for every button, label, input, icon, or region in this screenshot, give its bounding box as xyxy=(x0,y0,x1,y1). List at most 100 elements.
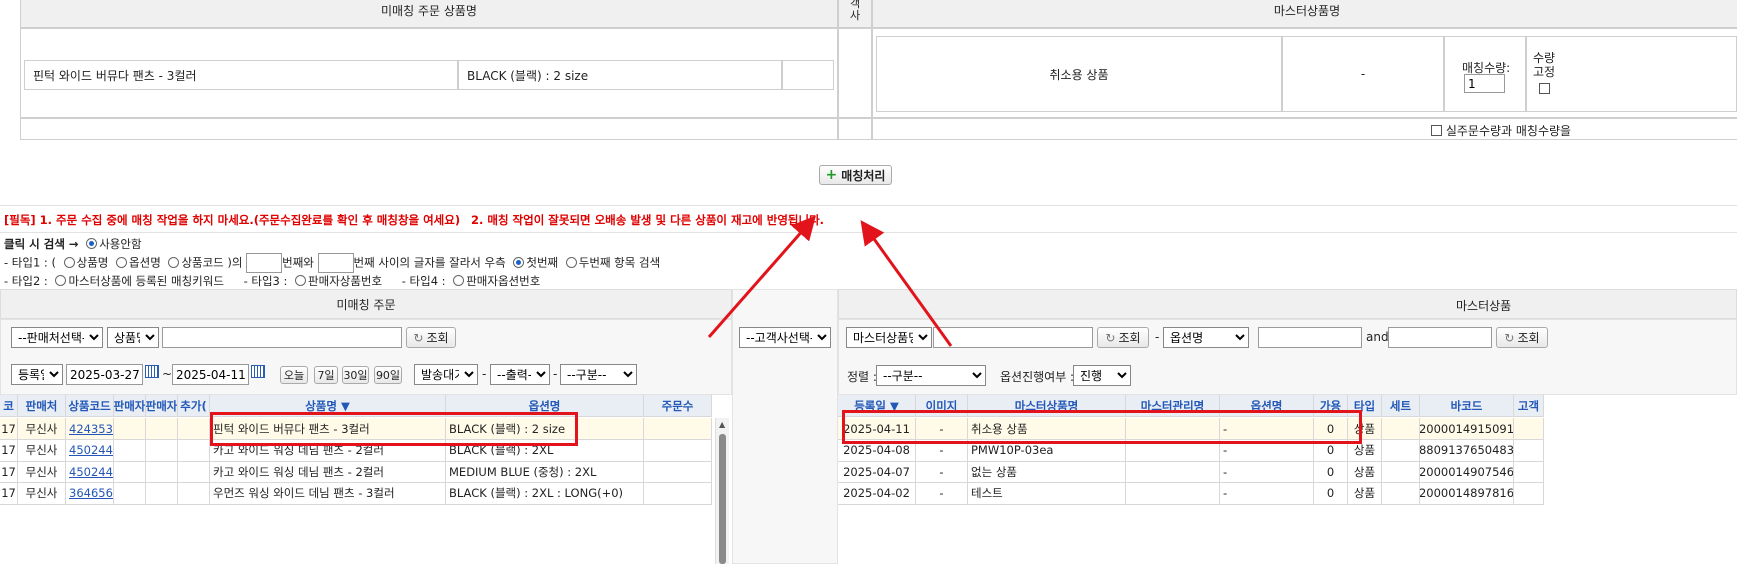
match-process-button[interactable]: + 매칭처리 xyxy=(819,165,892,185)
column-header[interactable]: 이미지 xyxy=(916,395,968,417)
refresh-icon: ↻ xyxy=(1504,330,1515,345)
quick-90-button[interactable]: 90일 xyxy=(374,366,402,384)
table-cell xyxy=(114,482,146,505)
date-from-input[interactable] xyxy=(66,364,143,385)
cell-text: 4243536( xyxy=(69,421,113,436)
column-header[interactable]: 타입 xyxy=(1348,395,1382,417)
table-cell: 상품 xyxy=(1348,482,1382,505)
cell-text: PMW10P-03ea xyxy=(971,443,1054,457)
column-header[interactable]: 마스터상품명 xyxy=(968,395,1126,417)
column-header[interactable]: 옵션명 xyxy=(446,395,644,417)
radio-type1-option[interactable] xyxy=(116,256,128,268)
column-header[interactable]: 바코드 xyxy=(1420,395,1514,417)
column-header[interactable]: 가용 xyxy=(1314,395,1348,417)
table-cell[interactable]: 4502443( xyxy=(66,439,114,462)
right-search-button[interactable]: ↻ 조회 xyxy=(1097,327,1149,348)
column-header[interactable]: 세트 xyxy=(1382,395,1420,417)
sort-select[interactable]: --구분-- xyxy=(876,365,986,386)
quick-30-button[interactable]: 30일 xyxy=(342,366,369,384)
column-header[interactable]: 고객 xyxy=(1514,395,1544,417)
column-header[interactable]: 주문수 xyxy=(644,395,712,417)
qty-fix-checkbox[interactable] xyxy=(1539,83,1550,94)
print-select[interactable]: --출력-- xyxy=(490,364,550,385)
column-header[interactable]: 등록일 ▼ xyxy=(838,395,916,417)
table-cell: - xyxy=(1220,418,1314,440)
radio-type2-keyword[interactable] xyxy=(55,275,67,286)
table-cell[interactable]: 4502443( xyxy=(66,461,114,483)
scroll-thumb[interactable] xyxy=(719,434,726,564)
radio-type1-first[interactable] xyxy=(513,256,525,268)
match-qty-input[interactable] xyxy=(1464,74,1505,93)
cell-text: 2000014907546 xyxy=(1420,464,1514,479)
dash-1: - xyxy=(482,367,487,381)
left-search-input[interactable] xyxy=(162,327,402,348)
type1-end-input[interactable] xyxy=(317,253,354,273)
column-header[interactable]: 상품코드 xyxy=(66,395,114,417)
radio-type1-code[interactable] xyxy=(168,256,180,268)
radio-type1-product[interactable] xyxy=(63,256,75,268)
quick-today-button[interactable]: 오늘 xyxy=(280,366,308,384)
column-header[interactable]: 상품명 ▼ xyxy=(210,395,446,417)
table-cell[interactable]: 3646569( xyxy=(66,482,114,505)
option-search-input-2[interactable] xyxy=(1388,327,1492,348)
table-cell xyxy=(1514,461,1544,483)
cell-text: 17 xyxy=(1,464,16,479)
table-cell: 없는 상품 xyxy=(968,461,1126,483)
date-to-input[interactable] xyxy=(172,364,249,385)
left-scrollbar[interactable]: ▲ xyxy=(715,418,729,564)
actual-qty-option[interactable]: 실주문수량과 매칭수량을 xyxy=(1431,122,1571,139)
cell-text: 테스트 xyxy=(971,486,1003,500)
cell-text: 핀턱 와이드 버뮤다 팬츠 - 3컬러 xyxy=(213,421,370,436)
top-match-qty-cell: 매칭수량: xyxy=(1444,36,1526,112)
master-product-table: 등록일 ▼ 이미지 마스터상품명 마스터관리명 옵션명 가용 타입 세트 바코드 고객 2025-0… xyxy=(838,395,1737,564)
table-row-cell: 17 xyxy=(0,461,18,483)
right-panel-title: 마스터상품 xyxy=(1456,299,1512,313)
actual-qty-checkbox[interactable] xyxy=(1431,125,1442,136)
type1-row: - 타입1 : ( 상품명 옵션명 상품코드 )의 번째와 번째 사이의 글자를… xyxy=(4,253,660,273)
right-search-input[interactable] xyxy=(933,327,1093,348)
top-header-customer: 객 사 xyxy=(838,0,872,28)
calendar-to-icon[interactable] xyxy=(251,365,265,378)
calendar-from-icon[interactable] xyxy=(145,365,159,378)
column-header[interactable]: 판매자 xyxy=(146,395,178,417)
option-progress-select[interactable]: 진행 xyxy=(1073,365,1131,386)
type1-start-input[interactable] xyxy=(246,253,283,273)
table-cell: - xyxy=(1220,461,1314,483)
radio-type1-second[interactable] xyxy=(565,256,577,268)
column-header[interactable]: 코 xyxy=(0,395,18,417)
category-select[interactable]: --구분-- xyxy=(560,364,637,385)
radio-type4-seller-option[interactable] xyxy=(453,275,465,286)
option-select[interactable]: 옵션명 xyxy=(1163,327,1249,348)
column-header[interactable]: 판매처 xyxy=(18,395,66,417)
left-search-button[interactable]: ↻ 조회 xyxy=(406,327,456,348)
quick-7-button[interactable]: 7일 xyxy=(314,366,338,384)
column-header[interactable]: 옵션명 xyxy=(1220,395,1314,417)
right-field-select[interactable]: 마스터상품명 xyxy=(846,327,932,348)
column-header[interactable]: 마스터관리명 xyxy=(1126,395,1220,417)
cell-text: 상품 xyxy=(1353,464,1376,479)
column-header[interactable]: 추가( xyxy=(178,395,210,417)
radio-type3-seller-product[interactable] xyxy=(295,275,307,286)
table-cell xyxy=(1514,439,1544,462)
table-cell[interactable]: 4243536( xyxy=(66,418,114,440)
table-cell xyxy=(1126,418,1220,440)
scroll-up-icon[interactable]: ▲ xyxy=(719,420,725,429)
date-type-select[interactable]: 등록일 xyxy=(11,364,63,385)
table-cell xyxy=(1382,482,1420,505)
option-search-button[interactable]: ↻ 조회 xyxy=(1496,327,1548,348)
radio-no-use[interactable] xyxy=(86,238,98,249)
seller-select[interactable]: --판매처선택-- xyxy=(11,327,103,348)
column-header[interactable]: 판매자 xyxy=(114,395,146,417)
option-search-input-1[interactable] xyxy=(1258,327,1362,348)
right-toolbar: 마스터상품명 ↻ 조회 - 옵션명 and ↻ 조회 정렬 : --구분-- 옵션진… xyxy=(838,319,1737,395)
table-cell: 무신사 xyxy=(18,482,66,505)
table-cell: BLACK (블랙) : 2XL : LONG(+0) xyxy=(446,482,644,505)
table-cell: 테스트 xyxy=(968,482,1126,505)
left-field-select[interactable]: 상품명 xyxy=(107,327,159,348)
cell-text: 2000014897816 xyxy=(1420,486,1514,500)
table-row-cell: 17 xyxy=(0,418,18,440)
cell-text: 무신사 xyxy=(25,421,58,436)
customer-select[interactable]: --고객사선택-- xyxy=(739,327,831,348)
table-cell: - xyxy=(916,439,968,462)
ship-status-select[interactable]: 발송대기 xyxy=(414,364,478,385)
